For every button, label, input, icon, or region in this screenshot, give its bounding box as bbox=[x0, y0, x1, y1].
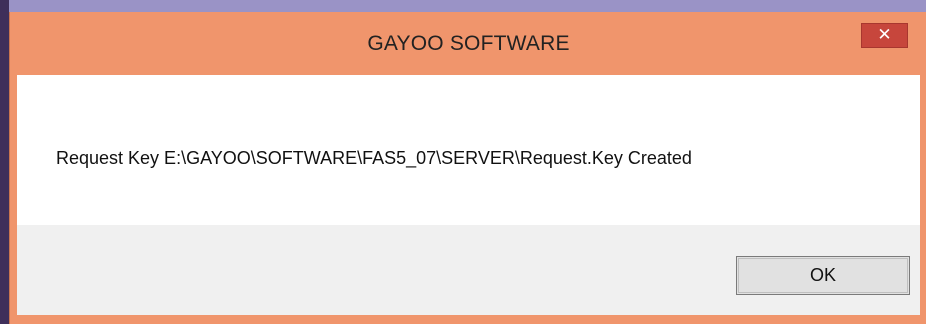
message-area: Request Key E:\GAYOO\SOFTWARE\FAS5_07\SE… bbox=[17, 75, 920, 225]
button-bar: OK bbox=[17, 225, 920, 315]
ok-button[interactable]: OK bbox=[736, 256, 910, 295]
message-text: Request Key E:\GAYOO\SOFTWARE\FAS5_07\SE… bbox=[56, 148, 692, 168]
close-button[interactable]: ✕ bbox=[861, 23, 908, 48]
dialog-content: Request Key E:\GAYOO\SOFTWARE\FAS5_07\SE… bbox=[17, 75, 920, 315]
close-icon: ✕ bbox=[877, 25, 892, 44]
dialog-title: GAYOO SOFTWARE bbox=[367, 32, 570, 55]
dialog-titlebar[interactable]: GAYOO SOFTWARE ✕ bbox=[10, 12, 926, 75]
desktop-background: GAYOO SOFTWARE ✕ Request Key E:\GAYOO\SO… bbox=[0, 0, 926, 324]
background-window-edge bbox=[0, 0, 926, 12]
message-dialog: GAYOO SOFTWARE ✕ Request Key E:\GAYOO\SO… bbox=[9, 12, 926, 324]
background-window-left-edge bbox=[0, 0, 9, 324]
